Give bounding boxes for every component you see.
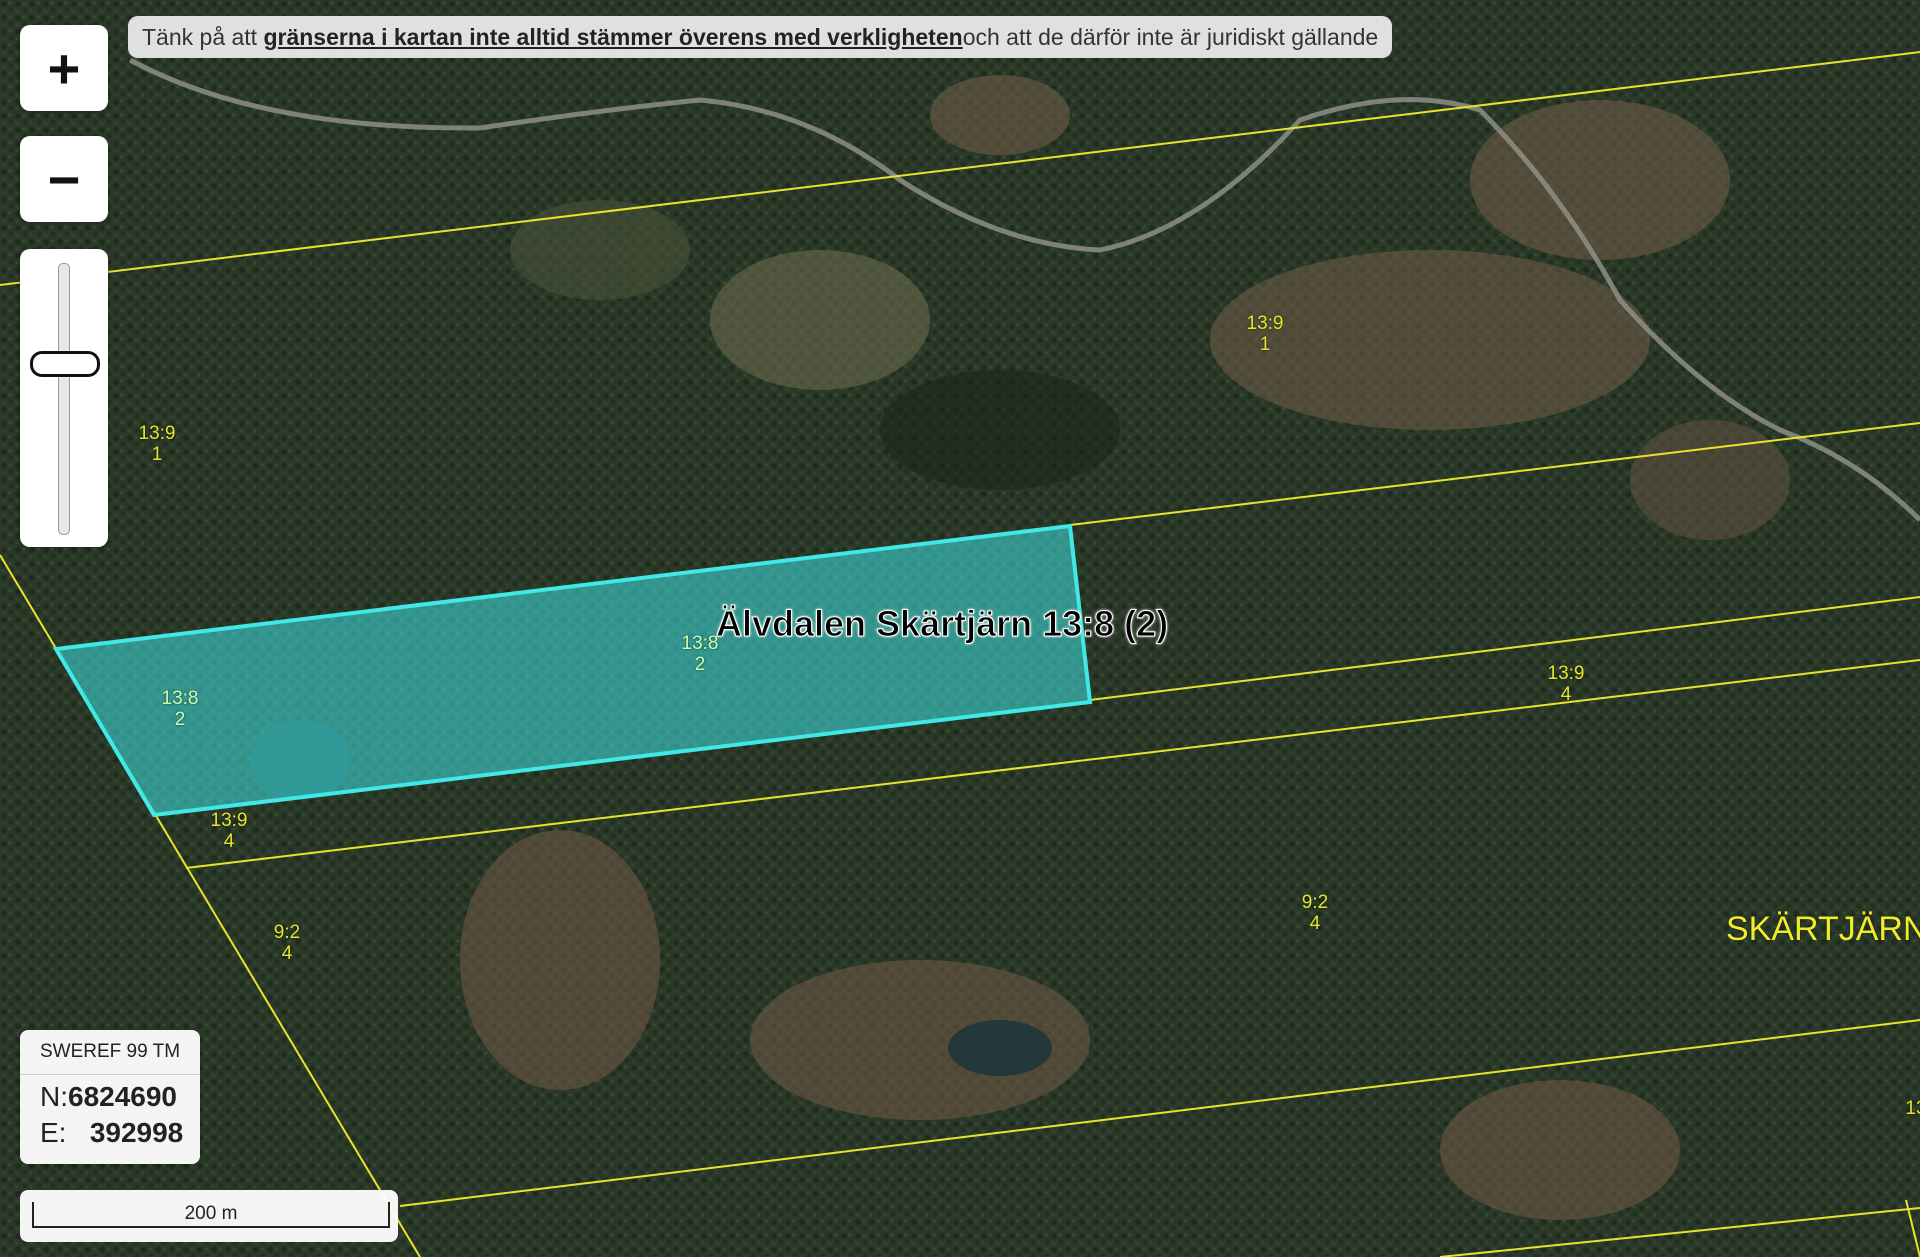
zoom-slider-handle[interactable]: [30, 350, 100, 377]
parcel-label: 13:9 4: [210, 810, 248, 852]
disclaimer-link[interactable]: gränserna i kartan inte alltid stämmer ö…: [263, 24, 962, 51]
parcel-label: 9:2 4: [1301, 892, 1329, 934]
disclaimer-banner: Tänk på att gränserna i kartan inte allt…: [128, 16, 1393, 58]
parcel-label: 13:9 1: [1246, 313, 1284, 355]
northing-value: 6824690: [68, 1081, 178, 1112]
easting-row: E: 392998: [20, 1115, 200, 1151]
northing-row: N:6824690: [20, 1079, 200, 1115]
zoom-in-button[interactable]: +: [20, 25, 108, 111]
parcel-label: 13:8 2: [681, 633, 719, 675]
disclaimer-suffix: och att de därför inte är juridiskt gäll…: [962, 23, 1379, 50]
zoom-slider[interactable]: [20, 249, 108, 547]
parcel-label: 13:9 4: [1547, 663, 1585, 705]
scale-label: 200 m: [32, 1202, 390, 1228]
easting-value: 392998: [89, 1117, 184, 1148]
coordinate-readout: SWEREF 99 TM N:6824690 E: 392998: [20, 1030, 200, 1164]
zoom-slider-track[interactable]: [58, 263, 70, 535]
coordinate-system: SWEREF 99 TM: [20, 1030, 200, 1075]
parcel-label: 13: [1905, 1098, 1920, 1119]
parcel-label: 9:2 4: [273, 922, 301, 964]
easting-label: E:: [40, 1117, 67, 1148]
northing-label: N:: [40, 1081, 68, 1112]
scale-bar: 200 m: [20, 1190, 398, 1242]
area-name-label: SKÄRTJÄRN: [1726, 910, 1920, 948]
parcel-label: 13:9 1: [138, 423, 176, 465]
disclaimer-prefix: Tänk på att: [142, 23, 258, 50]
zoom-out-button[interactable]: −: [20, 136, 108, 222]
selected-parcel-title: Älvdalen Skärtjärn 13:8 (2): [715, 603, 1169, 645]
parcel-label: 13:8 2: [161, 688, 199, 730]
